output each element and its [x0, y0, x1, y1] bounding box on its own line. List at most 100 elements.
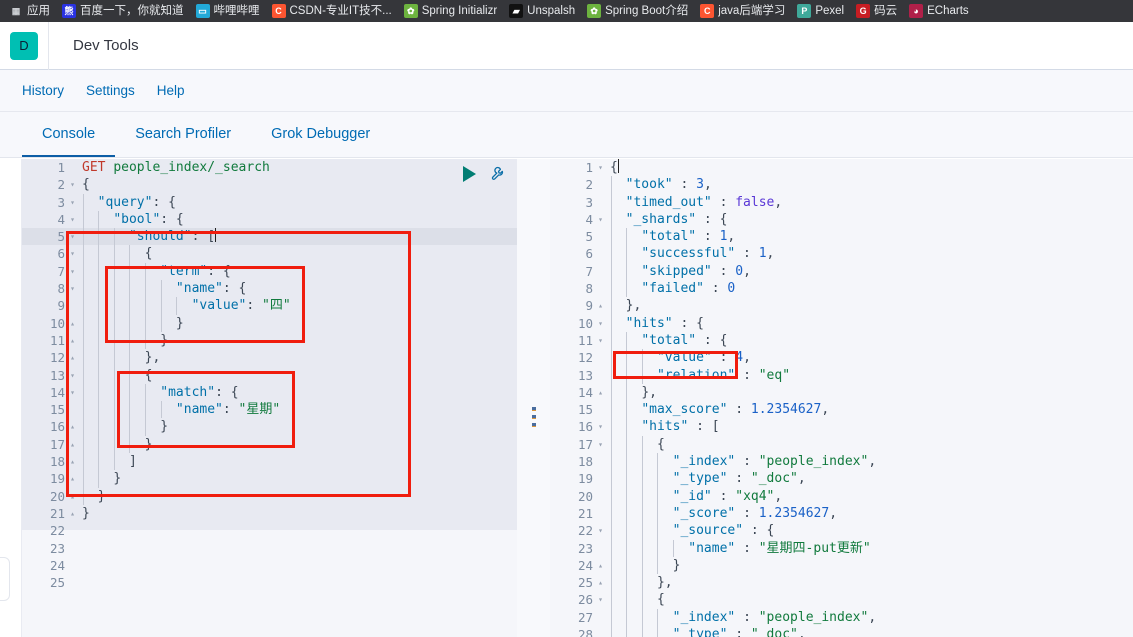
collapsed-panel-handle[interactable] [0, 557, 10, 601]
fold-open-icon[interactable]: ▾ [596, 211, 605, 228]
code-line[interactable]: 25 [22, 574, 517, 591]
fold-open-icon[interactable]: ▾ [68, 194, 77, 211]
fold-close-icon[interactable]: ▴ [68, 349, 77, 366]
sub-nav-item-settings[interactable]: Settings [86, 83, 135, 98]
tab-search-profiler[interactable]: Search Profiler [115, 112, 251, 157]
code-line[interactable]: 19 "_type" : "_doc", [550, 470, 1133, 488]
code-line[interactable]: 22 ▾ "_source" : { [550, 522, 1133, 540]
fold-open-icon[interactable]: ▾ [596, 159, 605, 176]
code-line[interactable]: 15 "max_score" : 1.2354627, [550, 401, 1133, 419]
fold-close-icon[interactable]: ▴ [596, 574, 605, 591]
fold-close-icon[interactable]: ▴ [68, 332, 77, 349]
play-icon[interactable] [463, 165, 476, 182]
code-line[interactable]: 8 "failed" : 0 [550, 280, 1133, 298]
code-line[interactable]: 1 GET people_index/_search [22, 159, 517, 176]
fold-open-icon[interactable]: ▾ [68, 384, 77, 401]
code-line[interactable]: 10 ▴ } [22, 314, 517, 332]
fold-close-icon[interactable]: ▴ [68, 418, 77, 435]
code-line[interactable]: 11 ▴ } [22, 331, 517, 350]
sub-nav-item-history[interactable]: History [22, 83, 64, 98]
code-line[interactable]: 13 ▾ { [22, 366, 517, 384]
fold-close-icon[interactable]: ▴ [68, 315, 77, 332]
fold-close-icon[interactable]: ▴ [68, 470, 77, 487]
code-line[interactable]: 10 ▾ "hits" : { [550, 314, 1133, 332]
code-line[interactable]: 4 ▾ "_shards" : { [550, 210, 1133, 229]
code-line[interactable]: 14 ▾ "match": { [22, 383, 517, 402]
fold-open-icon[interactable]: ▾ [68, 211, 77, 228]
code-line[interactable]: 24 [22, 557, 517, 574]
code-line[interactable]: 17 ▾ { [550, 435, 1133, 454]
bookmark-item[interactable]: ◕ ECharts [904, 3, 974, 19]
code-line[interactable]: 2 "took" : 3, [550, 176, 1133, 194]
fold-close-icon[interactable]: ▴ [596, 384, 605, 401]
fold-open-icon[interactable]: ▾ [596, 522, 605, 539]
code-line[interactable]: 9 ▴ }, [550, 297, 1133, 315]
code-line[interactable]: 5 "total" : 1, [550, 228, 1133, 246]
fold-open-icon[interactable]: ▾ [596, 436, 605, 453]
code-line[interactable]: 11 ▾ "total" : { [550, 331, 1133, 350]
code-line[interactable]: 20 "_id" : "xq4", [550, 487, 1133, 505]
fold-open-icon[interactable]: ▾ [68, 245, 77, 262]
code-line[interactable]: 23 "name" : "星期四-put更新" [550, 539, 1133, 557]
fold-close-icon[interactable]: ▴ [68, 436, 77, 453]
code-line[interactable]: 13 "relation" : "eq" [550, 366, 1133, 384]
code-line[interactable]: 24 ▴ } [550, 556, 1133, 575]
bookmark-item[interactable]: ▭ 哔哩哔哩 [191, 3, 265, 19]
code-line[interactable]: 9 "value": "四" [22, 297, 517, 315]
fold-open-icon[interactable]: ▾ [596, 315, 605, 332]
tab-console[interactable]: Console [22, 112, 116, 157]
code-line[interactable]: 7 "skipped" : 0, [550, 262, 1133, 281]
fold-close-icon[interactable]: ▴ [596, 557, 605, 574]
fold-open-icon[interactable]: ▾ [68, 228, 77, 245]
fold-open-icon[interactable]: ▾ [68, 176, 77, 193]
fold-open-icon[interactable]: ▾ [68, 367, 77, 384]
fold-open-icon[interactable]: ▾ [596, 418, 605, 435]
response-editor[interactable]: 1 ▾{2 "took" : 3, 3 "timed_out" : false, 4 ▾… [550, 159, 1133, 637]
bookmark-item[interactable]: Cjava后端学习 [695, 3, 790, 19]
bookmark-item[interactable]: C CSDN-专业IT技不... [267, 3, 397, 19]
fold-open-icon[interactable]: ▾ [68, 280, 77, 297]
kibana-logo-icon[interactable]: D [10, 31, 38, 60]
code-line[interactable]: 16 ▾ "hits" : [ [550, 418, 1133, 436]
code-line[interactable]: 14 ▴ }, [550, 383, 1133, 402]
code-line[interactable]: 16 ▴ } [22, 418, 517, 436]
code-line[interactable]: 28 "_type" : "_doc", [550, 626, 1133, 637]
code-line[interactable]: 19 ▴ } [22, 470, 517, 488]
code-line[interactable]: 7 ▾ "term": { [22, 262, 517, 281]
fold-open-icon[interactable]: ▾ [596, 591, 605, 608]
code-line[interactable]: 6 "successful" : 1, [550, 245, 1133, 263]
code-line[interactable]: 3 ▾ "query": { [22, 193, 517, 211]
pane-splitter[interactable] [517, 159, 550, 637]
fold-close-icon[interactable]: ▴ [68, 488, 77, 505]
sub-nav-item-help[interactable]: Help [157, 83, 185, 98]
bookmark-item[interactable]: G 码云 [851, 3, 902, 19]
bookmark-item[interactable]: ✿ Spring Boot介绍 [582, 3, 693, 19]
request-editor[interactable]: 1 GET people_index/_search 2 ▾{3 ▾ "query": … [22, 159, 517, 637]
code-line[interactable]: 22 [22, 522, 517, 539]
code-line[interactable]: 6 ▾ { [22, 245, 517, 263]
code-line[interactable]: 18 "_index" : "people_index", [550, 453, 1133, 471]
fold-open-icon[interactable]: ▾ [68, 263, 77, 280]
code-line[interactable]: 12 ▴ }, [22, 349, 517, 367]
code-line[interactable]: 3 "timed_out" : false, [550, 193, 1133, 211]
fold-close-icon[interactable]: ▴ [596, 297, 605, 314]
wrench-icon[interactable] [490, 165, 507, 182]
code-line[interactable]: 17 ▴ } [22, 435, 517, 454]
code-line[interactable]: 8 ▾ "name": { [22, 280, 517, 298]
code-line[interactable]: 26 ▾ { [550, 591, 1133, 609]
bookmark-item[interactable]: P Pexel [792, 3, 849, 19]
fold-close-icon[interactable]: ▴ [68, 453, 77, 470]
code-line[interactable]: 12 "value" : 4, [550, 349, 1133, 367]
bookmark-item[interactable]: 熊百度一下，你就知道 [57, 3, 189, 19]
tab-grok-debugger[interactable]: Grok Debugger [251, 112, 390, 157]
bookmark-item[interactable]: ▰ Unspalsh [504, 3, 580, 19]
fold-open-icon[interactable]: ▾ [596, 332, 605, 349]
code-line[interactable]: 1 ▾ { [550, 159, 1133, 176]
code-line[interactable]: 21 ▴} [22, 505, 517, 522]
code-line[interactable]: 20 ▴ } [22, 487, 517, 505]
splitter-grip-icon[interactable] [531, 407, 536, 427]
code-line[interactable]: 27 "_index" : "people_index", [550, 608, 1133, 627]
bookmark-item[interactable]: ▦ 应用 [4, 3, 55, 19]
code-line[interactable]: 23 [22, 540, 517, 557]
code-line[interactable]: 25 ▴ }, [550, 574, 1133, 592]
